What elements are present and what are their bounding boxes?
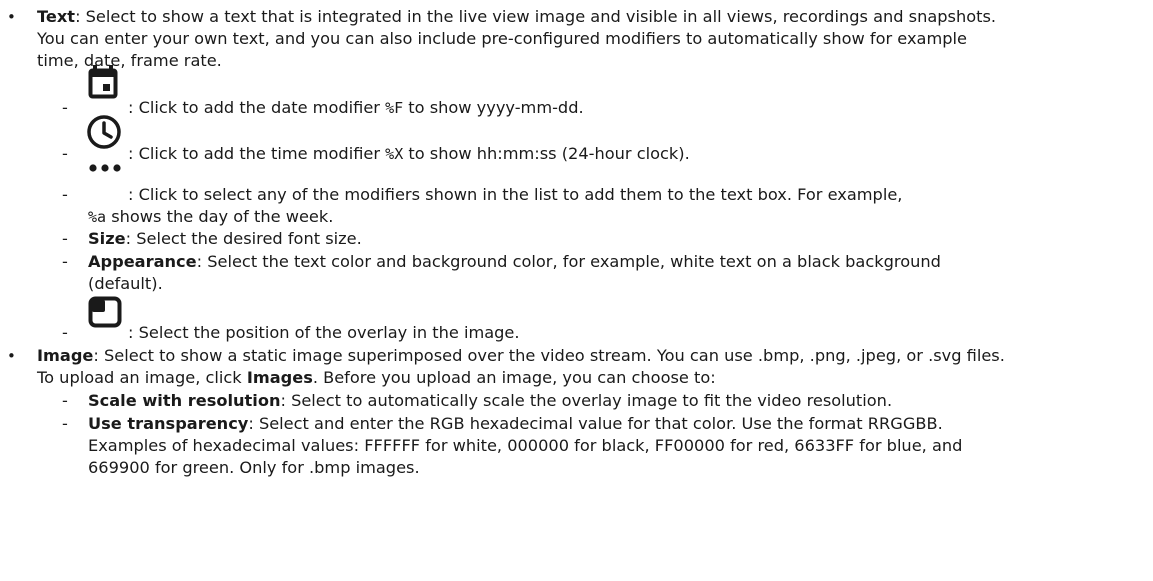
scale-term: Scale with resolution [88,391,281,410]
dash: - [62,414,68,433]
calendar-icon [88,65,118,99]
text-item-line-1: Text: Select to show a text that is inte… [37,7,997,26]
image-item-line-1: Image: Select to show a static image sup… [37,346,1005,365]
dash: - [62,98,68,117]
bullet: • [7,8,16,26]
text-item-line-3: time, date, frame rate. [37,51,222,70]
appearance-term: Appearance [88,252,197,271]
text-term: Text [37,7,76,26]
position-desc: : Select the position of the overlay in … [128,323,520,342]
dash: - [62,391,68,410]
time-code: %X [385,145,404,163]
image-term: Image [37,346,94,365]
date-modifier-desc: : Click to add the date modifier %F to s… [128,98,584,117]
time-modifier-desc: : Click to add the time modifier %X to s… [128,144,690,163]
more-modifiers-desc: : Click to select any of the modifiers s… [128,185,903,204]
appearance-desc-2: (default). [88,274,163,293]
day-code: %a [88,208,107,226]
images-term: Images [246,368,313,387]
text-item-line-2: You can enter your own text, and you can… [37,29,967,48]
transparency-term: Use transparency [88,414,249,433]
position-icon [88,296,122,328]
image-item-line-2: To upload an image, click Images. Before… [37,368,716,387]
transparency-desc: Use transparency: Select and enter the R… [88,414,943,433]
transparency-desc-2: Examples of hexadecimal values: FFFFFF f… [88,436,963,455]
scale-desc: Scale with resolution: Select to automat… [88,391,893,410]
bullet: • [7,347,16,365]
ellipsis-icon [89,164,121,172]
size-desc: Size: Select the desired font size. [88,229,362,248]
size-term: Size [88,229,126,248]
dash: - [62,229,68,248]
more-modifiers-desc-2: %a shows the day of the week. [88,207,334,226]
appearance-desc: Appearance: Select the text color and ba… [88,252,941,271]
dash: - [62,323,68,342]
dash: - [62,252,68,271]
clock-icon [87,115,121,149]
transparency-desc-3: 669900 for green. Only for .bmp images. [88,458,420,477]
date-code: %F [385,99,404,117]
dash: - [62,185,68,204]
dash: - [62,144,68,163]
